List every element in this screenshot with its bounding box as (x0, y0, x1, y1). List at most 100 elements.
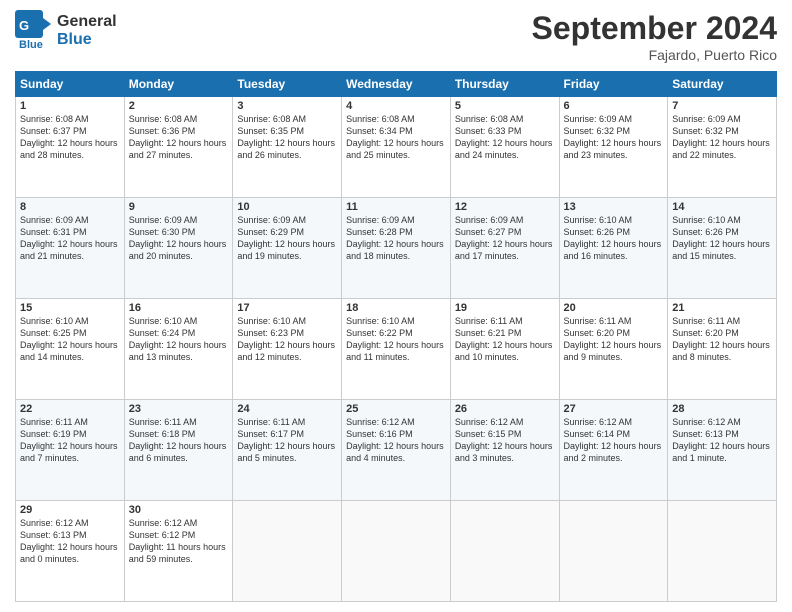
calendar-cell: 6Sunrise: 6:09 AMSunset: 6:32 PMDaylight… (559, 97, 668, 198)
cell-info: Sunrise: 6:08 AMSunset: 6:33 PMDaylight:… (455, 113, 555, 162)
week-row-5: 29Sunrise: 6:12 AMSunset: 6:13 PMDayligh… (16, 501, 777, 602)
cell-info: Sunrise: 6:12 AMSunset: 6:15 PMDaylight:… (455, 416, 555, 465)
day-number: 18 (346, 302, 446, 314)
day-number: 19 (455, 302, 555, 314)
cell-info: Sunrise: 6:09 AMSunset: 6:28 PMDaylight:… (346, 214, 446, 263)
cell-info: Sunrise: 6:10 AMSunset: 6:24 PMDaylight:… (129, 315, 229, 364)
cell-info: Sunrise: 6:12 AMSunset: 6:13 PMDaylight:… (20, 517, 120, 566)
calendar-cell: 28Sunrise: 6:12 AMSunset: 6:13 PMDayligh… (668, 400, 777, 501)
calendar-cell: 1Sunrise: 6:08 AMSunset: 6:37 PMDaylight… (16, 97, 125, 198)
calendar-cell: 14Sunrise: 6:10 AMSunset: 6:26 PMDayligh… (668, 198, 777, 299)
day-number: 4 (346, 100, 446, 112)
calendar-cell: 30Sunrise: 6:12 AMSunset: 6:12 PMDayligh… (124, 501, 233, 602)
calendar-body: 1Sunrise: 6:08 AMSunset: 6:37 PMDaylight… (16, 97, 777, 602)
cell-info: Sunrise: 6:12 AMSunset: 6:12 PMDaylight:… (129, 517, 229, 566)
logo: G Blue General Blue (15, 10, 117, 52)
calendar-cell: 7Sunrise: 6:09 AMSunset: 6:32 PMDaylight… (668, 97, 777, 198)
day-number: 13 (564, 201, 664, 213)
week-row-3: 15Sunrise: 6:10 AMSunset: 6:25 PMDayligh… (16, 299, 777, 400)
day-header-friday: Friday (559, 72, 668, 97)
cell-info: Sunrise: 6:08 AMSunset: 6:37 PMDaylight:… (20, 113, 120, 162)
day-number: 24 (237, 403, 337, 415)
day-number: 6 (564, 100, 664, 112)
day-number: 2 (129, 100, 229, 112)
day-number: 11 (346, 201, 446, 213)
day-number: 10 (237, 201, 337, 213)
calendar-cell: 26Sunrise: 6:12 AMSunset: 6:15 PMDayligh… (450, 400, 559, 501)
day-number: 27 (564, 403, 664, 415)
day-number: 28 (672, 403, 772, 415)
title-block: September 2024 Fajardo, Puerto Rico (532, 10, 777, 63)
cell-info: Sunrise: 6:12 AMSunset: 6:16 PMDaylight:… (346, 416, 446, 465)
cell-info: Sunrise: 6:11 AMSunset: 6:20 PMDaylight:… (564, 315, 664, 364)
calendar-cell: 23Sunrise: 6:11 AMSunset: 6:18 PMDayligh… (124, 400, 233, 501)
cell-info: Sunrise: 6:11 AMSunset: 6:18 PMDaylight:… (129, 416, 229, 465)
day-number: 21 (672, 302, 772, 314)
calendar-cell: 20Sunrise: 6:11 AMSunset: 6:20 PMDayligh… (559, 299, 668, 400)
day-number: 16 (129, 302, 229, 314)
cell-info: Sunrise: 6:10 AMSunset: 6:22 PMDaylight:… (346, 315, 446, 364)
logo-text-general: General (57, 13, 117, 31)
cell-info: Sunrise: 6:08 AMSunset: 6:34 PMDaylight:… (346, 113, 446, 162)
calendar-cell: 27Sunrise: 6:12 AMSunset: 6:14 PMDayligh… (559, 400, 668, 501)
svg-text:Blue: Blue (19, 39, 43, 51)
cell-info: Sunrise: 6:10 AMSunset: 6:26 PMDaylight:… (672, 214, 772, 263)
calendar-cell: 16Sunrise: 6:10 AMSunset: 6:24 PMDayligh… (124, 299, 233, 400)
day-header-monday: Monday (124, 72, 233, 97)
day-number: 15 (20, 302, 120, 314)
page: G Blue General Blue September 2024 Fajar… (0, 0, 792, 612)
calendar-cell: 24Sunrise: 6:11 AMSunset: 6:17 PMDayligh… (233, 400, 342, 501)
day-number: 26 (455, 403, 555, 415)
cell-info: Sunrise: 6:09 AMSunset: 6:27 PMDaylight:… (455, 214, 555, 263)
day-number: 23 (129, 403, 229, 415)
logo-icon: G Blue (15, 10, 51, 52)
day-number: 5 (455, 100, 555, 112)
calendar-cell (450, 501, 559, 602)
calendar-cell: 10Sunrise: 6:09 AMSunset: 6:29 PMDayligh… (233, 198, 342, 299)
calendar-cell: 17Sunrise: 6:10 AMSunset: 6:23 PMDayligh… (233, 299, 342, 400)
calendar-cell (668, 501, 777, 602)
cell-info: Sunrise: 6:08 AMSunset: 6:35 PMDaylight:… (237, 113, 337, 162)
calendar-cell (559, 501, 668, 602)
logo-text-blue: Blue (57, 31, 117, 49)
day-number: 20 (564, 302, 664, 314)
day-header-saturday: Saturday (668, 72, 777, 97)
day-header-sunday: Sunday (16, 72, 125, 97)
cell-info: Sunrise: 6:09 AMSunset: 6:32 PMDaylight:… (564, 113, 664, 162)
calendar-cell (342, 501, 451, 602)
day-header-wednesday: Wednesday (342, 72, 451, 97)
calendar-cell: 12Sunrise: 6:09 AMSunset: 6:27 PMDayligh… (450, 198, 559, 299)
calendar-cell: 11Sunrise: 6:09 AMSunset: 6:28 PMDayligh… (342, 198, 451, 299)
calendar-cell: 8Sunrise: 6:09 AMSunset: 6:31 PMDaylight… (16, 198, 125, 299)
calendar-cell: 19Sunrise: 6:11 AMSunset: 6:21 PMDayligh… (450, 299, 559, 400)
day-number: 29 (20, 504, 120, 516)
day-number: 14 (672, 201, 772, 213)
day-number: 12 (455, 201, 555, 213)
calendar-cell (233, 501, 342, 602)
calendar-cell: 22Sunrise: 6:11 AMSunset: 6:19 PMDayligh… (16, 400, 125, 501)
cell-info: Sunrise: 6:10 AMSunset: 6:23 PMDaylight:… (237, 315, 337, 364)
cell-info: Sunrise: 6:09 AMSunset: 6:30 PMDaylight:… (129, 214, 229, 263)
week-row-2: 8Sunrise: 6:09 AMSunset: 6:31 PMDaylight… (16, 198, 777, 299)
cell-info: Sunrise: 6:09 AMSunset: 6:29 PMDaylight:… (237, 214, 337, 263)
day-number: 9 (129, 201, 229, 213)
day-header-thursday: Thursday (450, 72, 559, 97)
calendar-cell: 9Sunrise: 6:09 AMSunset: 6:30 PMDaylight… (124, 198, 233, 299)
cell-info: Sunrise: 6:09 AMSunset: 6:31 PMDaylight:… (20, 214, 120, 263)
header: G Blue General Blue September 2024 Fajar… (15, 10, 777, 63)
svg-text:G: G (19, 18, 29, 33)
day-number: 25 (346, 403, 446, 415)
calendar-cell: 13Sunrise: 6:10 AMSunset: 6:26 PMDayligh… (559, 198, 668, 299)
location: Fajardo, Puerto Rico (532, 47, 777, 63)
cell-info: Sunrise: 6:11 AMSunset: 6:20 PMDaylight:… (672, 315, 772, 364)
day-number: 7 (672, 100, 772, 112)
week-row-4: 22Sunrise: 6:11 AMSunset: 6:19 PMDayligh… (16, 400, 777, 501)
calendar-cell: 18Sunrise: 6:10 AMSunset: 6:22 PMDayligh… (342, 299, 451, 400)
calendar-cell: 5Sunrise: 6:08 AMSunset: 6:33 PMDaylight… (450, 97, 559, 198)
cell-info: Sunrise: 6:10 AMSunset: 6:25 PMDaylight:… (20, 315, 120, 364)
cell-info: Sunrise: 6:08 AMSunset: 6:36 PMDaylight:… (129, 113, 229, 162)
day-number: 3 (237, 100, 337, 112)
cell-info: Sunrise: 6:11 AMSunset: 6:21 PMDaylight:… (455, 315, 555, 364)
calendar-cell: 2Sunrise: 6:08 AMSunset: 6:36 PMDaylight… (124, 97, 233, 198)
cell-info: Sunrise: 6:11 AMSunset: 6:17 PMDaylight:… (237, 416, 337, 465)
